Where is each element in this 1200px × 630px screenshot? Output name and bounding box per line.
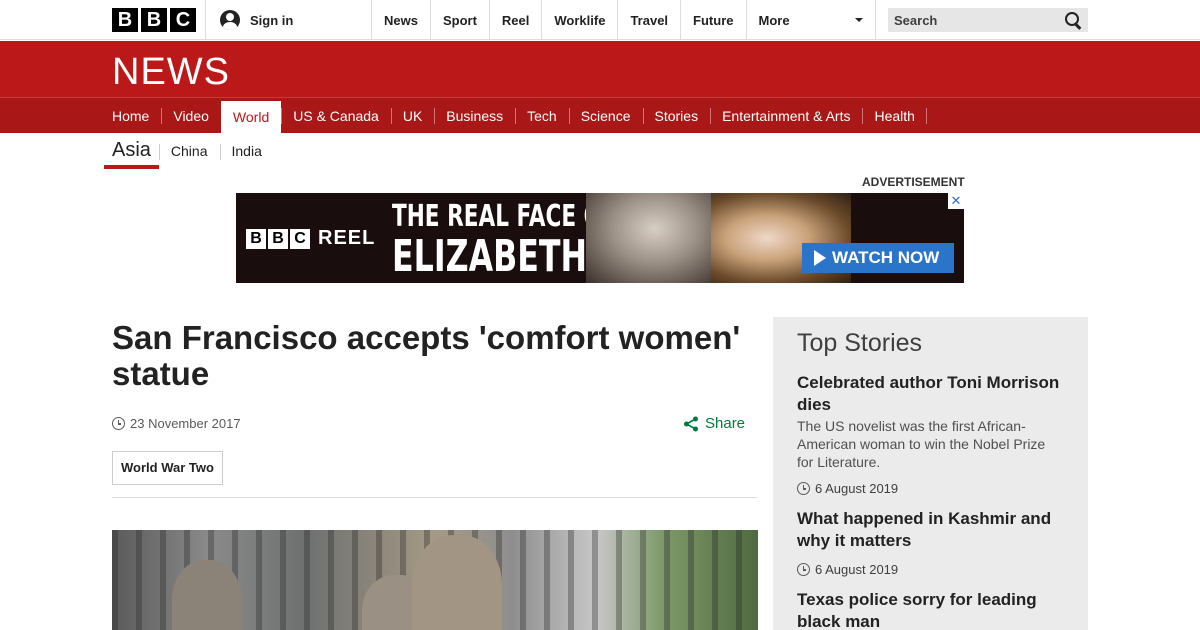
sub-nav-china[interactable]: China xyxy=(158,143,220,160)
bbc-masthead: B B C Sign in News Sport Reel Worklife T… xyxy=(0,0,1200,40)
top-story-item[interactable]: Celebrated author Toni Morrison dies The… xyxy=(797,372,1064,496)
top-nav-sport[interactable]: Sport xyxy=(429,0,489,40)
top-nav: News Sport Reel Worklife Travel Future M… xyxy=(371,0,876,40)
section-nav-tech[interactable]: Tech xyxy=(515,98,569,133)
section-nav-home[interactable]: Home xyxy=(112,98,161,133)
section-nav-video[interactable]: Video xyxy=(161,98,221,133)
clock-icon xyxy=(797,563,810,576)
signin-link[interactable]: Sign in xyxy=(220,0,293,40)
section-nav: Home Video World US & Canada UK Business… xyxy=(0,97,1200,133)
article-photo xyxy=(112,530,758,630)
share-label: Share xyxy=(705,415,746,432)
divider xyxy=(112,497,757,498)
top-story-item[interactable]: Texas police sorry for leading black man xyxy=(797,589,1064,630)
play-icon xyxy=(814,250,826,266)
ad-portrait-reconstruction xyxy=(586,193,711,283)
advertisement-label: ADVERTISEMENT xyxy=(862,175,965,189)
bbc-reel-logo: B B C REEL xyxy=(246,227,375,250)
sub-nav: Asia China India xyxy=(104,133,274,169)
sub-nav-india[interactable]: India xyxy=(219,143,274,160)
search-icon[interactable] xyxy=(1065,11,1082,29)
top-nav-more[interactable]: More xyxy=(745,0,876,40)
top-story-item[interactable]: What happened in Kashmir and why it matt… xyxy=(797,508,1064,577)
divider xyxy=(205,0,206,40)
section-nav-stories[interactable]: Stories xyxy=(642,98,711,133)
top-stories-title: Top Stories xyxy=(797,329,923,357)
more-label: More xyxy=(758,12,790,28)
statue-figure xyxy=(412,535,502,630)
top-story-headline[interactable]: What happened in Kashmir and why it matt… xyxy=(797,508,1064,552)
top-nav-travel[interactable]: Travel xyxy=(617,0,680,40)
top-story-headline[interactable]: Celebrated author Toni Morrison dies xyxy=(797,372,1064,416)
bbc-logo-letter: B xyxy=(268,228,288,249)
statue-figure xyxy=(172,560,242,630)
top-story-summary: The US novelist was the first African-Am… xyxy=(797,418,1046,470)
topic-tag[interactable]: World War Two xyxy=(112,451,223,485)
bbc-logo-letter: B xyxy=(246,228,266,249)
article-headline: San Francisco accepts 'comfort women' st… xyxy=(112,319,741,392)
section-nav-business[interactable]: Business xyxy=(434,98,515,133)
news-banner: NEWS xyxy=(0,41,1200,97)
clock-icon xyxy=(112,417,125,430)
ad-headline-line1: THE REAL FACE OF xyxy=(392,199,617,234)
news-logo[interactable]: NEWS xyxy=(112,51,230,94)
section-nav-us-canada[interactable]: US & Canada xyxy=(281,98,391,133)
watch-now-button[interactable]: WATCH NOW xyxy=(802,243,954,273)
article-date: 23 November 2017 xyxy=(112,416,241,431)
section-nav-world[interactable]: World xyxy=(220,98,282,133)
share-button[interactable]: Share xyxy=(683,415,745,432)
search-placeholder: Search xyxy=(894,12,938,28)
top-nav-news[interactable]: News xyxy=(371,0,430,40)
watch-now-label: WATCH NOW xyxy=(832,248,940,267)
section-nav-uk[interactable]: UK xyxy=(390,98,434,133)
top-story-date-text: 6 August 2019 xyxy=(815,562,899,577)
chevron-down-icon xyxy=(854,18,863,22)
section-nav-entertainment-arts[interactable]: Entertainment & Arts xyxy=(710,98,862,133)
bbc-logo-letter: B xyxy=(141,8,167,32)
section-nav-science[interactable]: Science xyxy=(568,98,643,133)
ad-headline-line2: ELIZABETH I xyxy=(392,231,610,282)
top-story-date-text: 6 August 2019 xyxy=(815,481,899,496)
share-icon xyxy=(684,416,698,431)
top-story-date: 6 August 2019 xyxy=(797,562,1064,577)
top-nav-reel[interactable]: Reel xyxy=(488,0,541,40)
top-nav-worklife[interactable]: Worklife xyxy=(541,0,617,40)
reel-wordmark: REEL xyxy=(318,227,376,249)
top-nav-future[interactable]: Future xyxy=(680,0,745,40)
bbc-logo-letter: B xyxy=(112,8,138,32)
top-stories-panel: Top Stories Celebrated author Toni Morri… xyxy=(773,317,1088,630)
user-icon xyxy=(220,10,240,30)
top-story-date: 6 August 2019 xyxy=(797,481,1064,496)
ad-close-icon[interactable]: ✕ xyxy=(948,193,964,209)
clock-icon xyxy=(797,482,810,495)
bbc-logo[interactable]: B B C xyxy=(112,8,196,32)
sub-nav-asia[interactable]: Asia xyxy=(104,133,159,169)
article-date-text: 23 November 2017 xyxy=(130,416,241,431)
bbc-logo-letter: C xyxy=(170,8,196,32)
section-nav-health[interactable]: Health xyxy=(862,98,928,133)
top-story-headline[interactable]: Texas police sorry for leading black man xyxy=(797,589,1064,630)
signin-label: Sign in xyxy=(250,12,294,28)
bbc-logo-letter: C xyxy=(290,228,310,249)
advertisement-banner[interactable]: B B C REEL THE REAL FACE OF ELIZABETH I … xyxy=(236,193,964,283)
search-input[interactable]: Search xyxy=(888,8,1088,32)
